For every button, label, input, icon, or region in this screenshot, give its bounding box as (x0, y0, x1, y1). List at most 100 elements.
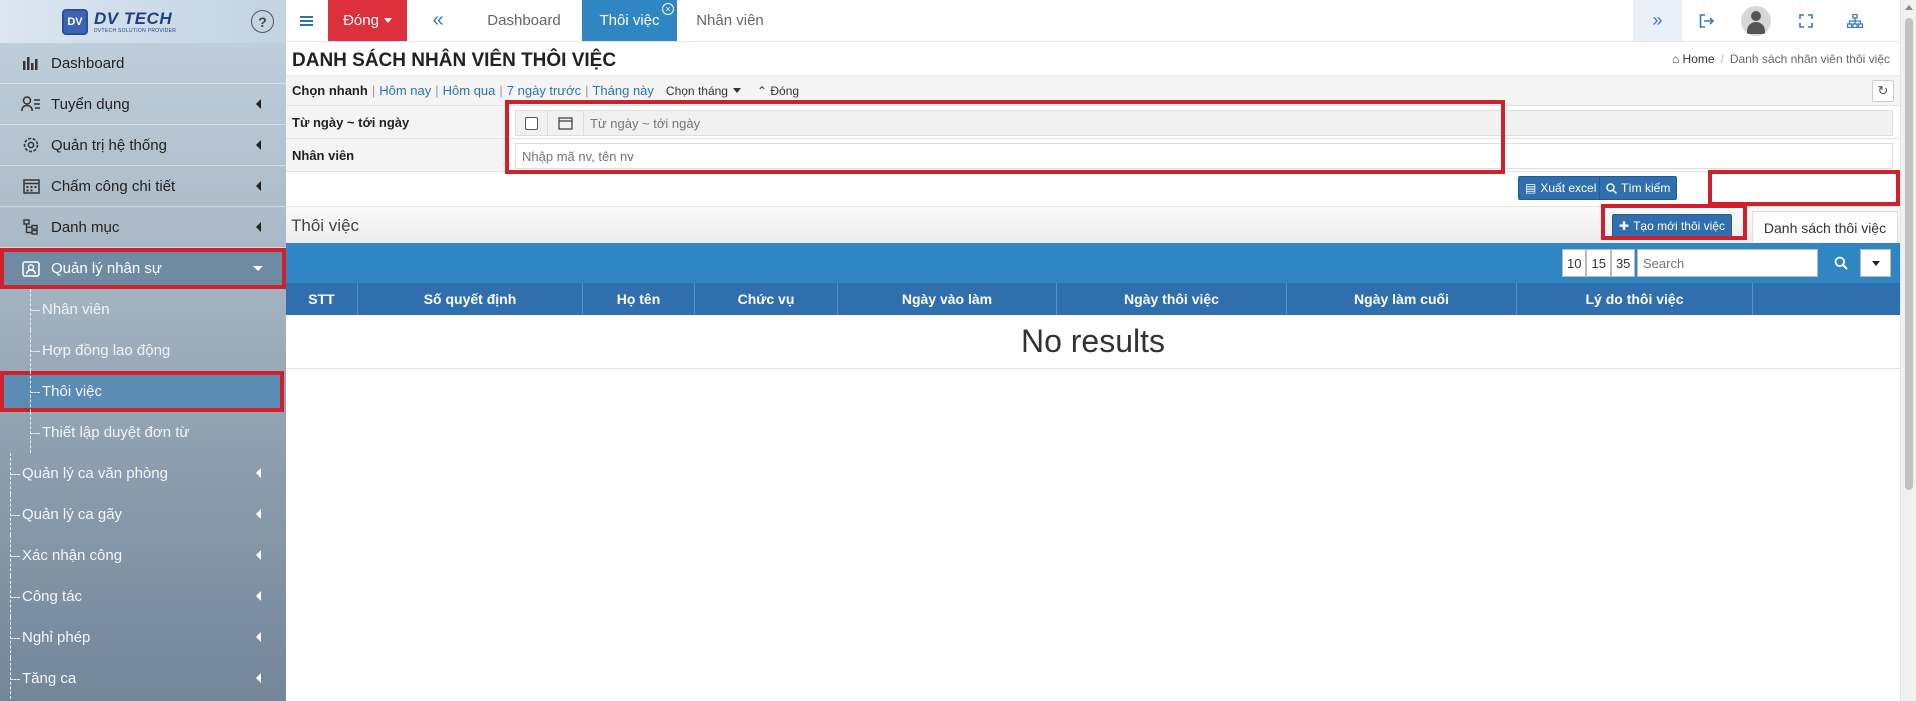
table-search-input[interactable] (1637, 249, 1818, 277)
sidebar-menu: Dashboard Tuyển dụng Quản trị hệ thống C… (0, 43, 286, 699)
sidebar-subitem-thiet-lap-duyet[interactable]: Thiết lập duyệt đơn từ (0, 412, 286, 453)
divider: | (435, 83, 439, 98)
page-size-selector: 10 15 35 (1562, 249, 1636, 277)
sidebar-item-danh-muc[interactable]: Danh mục (0, 207, 286, 248)
sidebar-item-ca-van-phong[interactable]: Quản lý ca văn phòng (0, 453, 286, 494)
quick-select-label: Chọn nhanh (292, 83, 368, 98)
sidebar-item-ca-gay[interactable]: Quản lý ca gãy (0, 494, 286, 535)
sidebar-item-label: Dashboard (51, 54, 125, 72)
page-scrollbar[interactable] (1900, 0, 1916, 701)
sidebar-item-cong-tac[interactable]: Công tác (0, 576, 286, 617)
quick-select-row: Chọn nhanh | Hôm nay | Hôm qua | 7 ngày … (286, 76, 1900, 106)
column-header[interactable]: Số quyết định (358, 283, 583, 315)
tab-resignation-list[interactable]: Danh sách thôi việc (1752, 211, 1898, 244)
calendar-button[interactable] (548, 111, 584, 135)
sidebar-item-label: Công tác (22, 588, 83, 605)
fullscreen-button[interactable] (1781, 0, 1830, 41)
chevron-left-icon (256, 632, 261, 642)
logout-button[interactable] (1682, 0, 1731, 41)
date-enable-checkbox[interactable] (516, 111, 548, 135)
file-excel-icon: ▤ (1525, 181, 1537, 195)
quick-link-7-days[interactable]: 7 ngày trước (507, 83, 581, 98)
tab-thoi-viec[interactable]: Thôi việc × (582, 0, 677, 41)
collapse-filter-button[interactable]: ⌃ Đóng (757, 84, 799, 98)
double-chevron-up-icon: ⌃ (756, 83, 768, 98)
section-title: Thôi việc (291, 216, 360, 235)
sidebar-item-tang-ca[interactable]: Tăng ca (0, 658, 286, 699)
menu-toggle-button[interactable] (286, 0, 326, 41)
chevron-left-icon (256, 550, 261, 560)
sidebar-item-label: Quản trị hệ thống (51, 136, 167, 154)
refresh-button[interactable]: ↻ (1872, 80, 1894, 102)
sidebar-item-dashboard[interactable]: Dashboard (0, 43, 286, 84)
tabs-next-button[interactable]: » (1633, 0, 1682, 41)
employee-search-input[interactable] (515, 143, 1893, 169)
quick-link-yesterday[interactable]: Hôm qua (443, 83, 496, 98)
sidebar-subitem-label: Thôi việc (42, 383, 103, 400)
chevron-left-icon (256, 509, 261, 519)
page-size-option[interactable]: 15 (1586, 249, 1611, 277)
sidebar-subitem-label: Nhân viên (42, 301, 110, 318)
calendar-icon (20, 175, 42, 197)
page-size-option[interactable]: 10 (1562, 249, 1587, 277)
chevron-down-icon (253, 266, 263, 271)
scroll-thumb[interactable] (1905, 18, 1913, 490)
date-range-input[interactable] (584, 111, 1892, 135)
column-header[interactable]: Lý do thôi việc (1517, 283, 1753, 315)
table-header: STT Số quyết định Họ tên Chức vụ Ngày và… (286, 283, 1900, 315)
sidebar-item-nghi-phep[interactable]: Nghỉ phép (0, 617, 286, 658)
hamburger-icon (299, 14, 313, 28)
fullscreen-icon (1798, 13, 1813, 28)
create-resignation-button[interactable]: ✚ Tạo mới thôi việc (1612, 214, 1732, 238)
tab-nhan-vien[interactable]: Nhân viên (678, 0, 782, 41)
sidebar-subitem-hop-dong[interactable]: Hợp đồng lao động (0, 330, 286, 371)
sidebar-item-label: Danh mục (51, 218, 120, 236)
sidebar-item-tuyen-dung[interactable]: Tuyển dụng (0, 84, 286, 125)
quick-link-this-month[interactable]: Tháng này (592, 83, 653, 98)
choose-month-label: Chọn tháng (665, 83, 728, 98)
chevron-left-icon (256, 591, 261, 601)
sidebar-item-quan-ly-nhan-su[interactable]: Quản lý nhân sự (0, 248, 286, 289)
tab-dashboard[interactable]: Dashboard (472, 0, 576, 41)
search-button[interactable]: Tìm kiếm (1599, 176, 1678, 200)
sidebar-item-quan-tri-he-thong[interactable]: Quản trị hệ thống (0, 125, 286, 166)
chevron-left-icon (256, 468, 261, 478)
scroll-up-icon[interactable] (1905, 5, 1913, 10)
columns-dropdown-button[interactable] (1860, 249, 1891, 277)
sidebar-item-label: Quản lý nhân sự (51, 260, 162, 277)
sidebar-subitem-thoi-viec[interactable]: Thôi việc (0, 371, 284, 412)
tabs-prev-button[interactable]: « (418, 0, 458, 41)
employee-filter-row: Nhân viên (286, 139, 1900, 172)
help-icon[interactable]: ? (251, 10, 274, 33)
id-card-icon (20, 258, 42, 280)
quick-link-today[interactable]: Hôm nay (379, 83, 431, 98)
table-search-button[interactable] (1823, 249, 1859, 277)
divider: | (499, 83, 503, 98)
sidebar-subitem-label: Thiết lập duyệt đơn từ (42, 424, 190, 441)
choose-month-dropdown[interactable]: Chọn tháng (666, 84, 741, 98)
sidebar-subitem-nhan-vien[interactable]: Nhân viên (0, 289, 286, 330)
breadcrumb: ⌂ Home / Danh sách nhân viên thôi việc (1672, 52, 1890, 66)
sidebar-item-xac-nhan-cong[interactable]: Xác nhận công (0, 535, 286, 576)
sitemap-button[interactable] (1830, 0, 1879, 41)
column-header[interactable] (1753, 283, 1900, 315)
breadcrumb-home[interactable]: ⌂ Home (1672, 52, 1715, 66)
column-header[interactable]: Ngày vào làm (838, 283, 1057, 315)
column-header[interactable]: Họ tên (583, 283, 695, 315)
column-header[interactable]: Chức vụ (695, 283, 838, 315)
empty-state: No results (286, 315, 1900, 369)
sidebar-item-cham-cong[interactable]: Chấm công chi tiết (0, 166, 286, 207)
column-header[interactable]: Ngày thôi việc (1057, 283, 1287, 315)
tab-close-icon[interactable]: × (662, 3, 674, 15)
user-avatar-button[interactable] (1731, 0, 1780, 41)
sidebar: DV DV TECH DVTECH SOLUTION PROVIDER ? Da… (0, 0, 286, 701)
chevron-left-icon (256, 181, 261, 191)
column-header[interactable]: STT (286, 283, 358, 315)
page-size-option[interactable]: 35 (1610, 249, 1636, 277)
export-excel-button[interactable]: ▤ Xuất excel (1518, 176, 1604, 200)
section-header: Thôi việc ✚ Tạo mới thôi việc Danh sách … (286, 206, 1900, 244)
double-chevron-right-icon: » (1652, 10, 1663, 30)
column-header[interactable]: Ngày làm cuối (1287, 283, 1517, 315)
close-tabs-dropdown[interactable]: Đóng (328, 0, 407, 41)
logo[interactable]: DV DV TECH DVTECH SOLUTION PROVIDER (62, 9, 176, 35)
